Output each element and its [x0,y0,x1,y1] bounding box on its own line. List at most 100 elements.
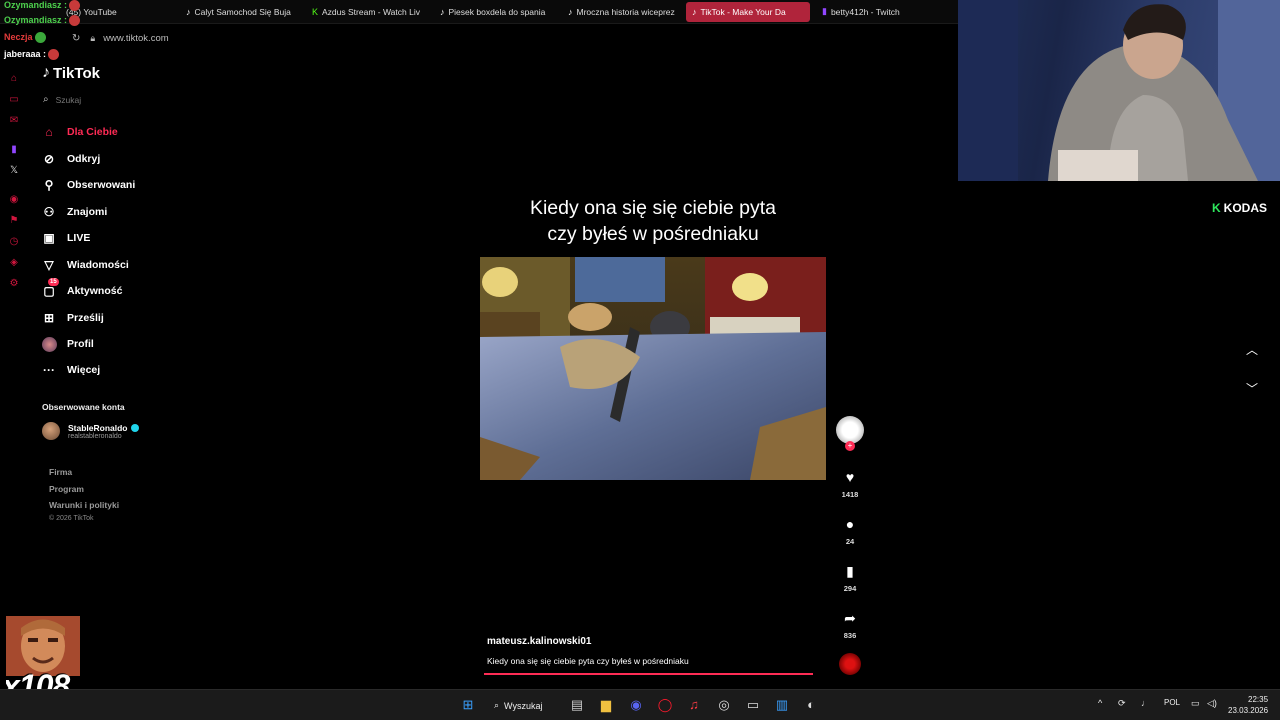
pin-icon[interactable]: ⚑ [7,214,21,228]
avatar [42,422,60,440]
like-count: 1418 [841,490,859,499]
footer-link-program[interactable]: Program [49,484,84,494]
nav-profil[interactable]: Profil [41,336,94,352]
nav-obserwowani[interactable]: ⚲ Obserwowani [41,177,136,193]
file-explorer-icon[interactable]: ▆ [598,697,614,713]
opera-icon[interactable]: ◯ [657,697,673,713]
microphone-icon[interactable]: ♩ [1141,698,1150,708]
activity-icon: ▢ 15 [43,278,59,298]
save-button[interactable]: ▮ 294 [834,562,866,593]
tab-label: Piesek boxdela do spania [448,6,546,17]
nav-przeslij[interactable]: ⊞ Prześlij [41,310,104,326]
comment-button[interactable]: ● 24 [834,515,866,546]
tab-piesek[interactable]: ♪ Piesek boxdela do spania [434,0,562,24]
creator-avatar[interactable] [836,416,864,444]
clock-icon[interactable]: ◷ [7,235,21,249]
account-name: StableRonaldo [68,423,139,433]
wallet-icon[interactable]: ▭ [7,93,21,107]
tab-calyt[interactable]: ♪ Calyt Samochod Się Buja [180,0,306,24]
video-actions: + ♥ 1418 ● 24 ▮ 294 ➦ 836 [834,416,866,678]
tiktok-logo[interactable]: ♪ TikTok [42,64,100,82]
language-indicator[interactable]: POL [1164,698,1180,707]
taskbar-clock[interactable]: 22:35 23.03.2026 [1228,694,1268,716]
chrome-icon[interactable]: ◎ [716,697,732,713]
comment-count: 24 [845,537,855,546]
footer-link-terms[interactable]: Warunki i polityki [49,500,119,510]
discord-icon[interactable]: ◉ [628,697,644,713]
music-disc-icon[interactable] [839,653,861,675]
clock-time: 22:35 [1248,695,1269,704]
stream-chat-overlay: Ozymandiasz : Ozymandiasz : Neczja jaber… [0,0,100,62]
windows-taskbar: ⊞ ⌕ Wyszukaj ▤ ▆ ◉ ◯ ♫ ◎ ▭ ▥ ◐ ^ ⟳ ♩ POL … [0,689,1280,720]
following-icon: ⚲ [44,178,54,192]
messages-icon: ▽ [44,258,54,272]
chat-line: Neczja [4,32,46,44]
settings-icon[interactable]: ⚙ [7,277,21,291]
terminal-icon[interactable]: ▭ [745,697,761,713]
tray-chevron-up-icon[interactable]: ^ [1098,698,1102,708]
nav-wiadomosci[interactable]: ▽ Wiadomości [41,257,128,273]
cube-icon[interactable]: ◈ [7,256,21,270]
twitch-icon[interactable]: ▮ [7,143,21,157]
tab-twitch[interactable]: ▮ betty412h - Twitch [816,0,938,24]
next-video-chevron-down-icon[interactable]: ﹀ [1246,380,1258,397]
share-button[interactable]: ➦ 836 [834,609,866,640]
tab-tiktok[interactable]: ♪ TikTok - Make Your Da [686,1,810,22]
x-icon[interactable]: 𝕏 [7,164,21,178]
save-count: 294 [843,584,857,593]
comment-icon: ● [845,516,855,532]
taskbar-search[interactable]: ⌕ Wyszukaj [494,697,542,714]
nav-label: Znajomi [67,206,108,218]
tiktok-icon: ♪ [568,6,573,17]
tiktok-icon: ♪ [186,6,191,17]
address-bar: ↻ 🔒︎ www.tiktok.com [0,24,958,52]
nav-label: Aktywność [67,285,123,297]
nav-label: Prześlij [67,312,104,324]
volume-icon[interactable]: ◁) [1207,698,1217,709]
monitor-icon[interactable]: ▭ [1191,698,1200,709]
app-icon[interactable]: ◐ [803,697,819,713]
network-tray-icon[interactable]: ⟳ [1118,698,1126,709]
search-icon: ⌕ [494,700,500,710]
url-text[interactable]: www.tiktok.com [103,33,168,44]
chat-user: Neczja [4,32,33,42]
previous-video-chevron-up-icon[interactable]: ︿ [1246,341,1258,358]
follow-plus-icon[interactable]: + [845,441,855,451]
upload-icon: ⊞ [43,311,55,325]
notification-badge: 15 [48,278,59,286]
mail-icon[interactable]: ✉ [7,114,21,128]
chat-user: Ozymandiasz : [4,15,68,25]
nav-znajomi[interactable]: ⚇ Znajomi [41,204,108,220]
nav-dla-ciebie[interactable]: ⌂ Dla Ciebie [41,124,117,140]
followed-account[interactable]: StableRonaldo realstableronaldo [42,422,139,440]
emote-icon [69,15,81,27]
tiktok-icon: ♪ [42,64,50,81]
nav-wiecej[interactable]: ··· Więcej [41,362,100,378]
like-button[interactable]: ♥ 1418 [834,468,866,499]
verified-icon [130,424,139,433]
task-view-icon[interactable]: ▤ [569,697,585,713]
start-windows-icon[interactable]: ⊞ [460,697,476,713]
tab-azdus[interactable]: K Azdus Stream - Watch Liv [306,0,434,24]
nav-odkryj[interactable]: ⊘ Odkryj [41,151,100,167]
emote-icon [34,32,46,44]
chat-user: Ozymandiasz : [4,0,68,10]
player-icon[interactable]: ◉ [7,193,21,207]
tab-label: betty412h - Twitch [830,6,900,17]
chat-line: jaberaaa : [4,49,60,61]
tab-mroczna[interactable]: ♪ Mroczna historia wiceprez [562,0,686,24]
video-progress-bar[interactable] [484,673,813,675]
search-icon: ⌕ [43,94,49,105]
nav-label: Więcej [67,364,101,376]
video-player[interactable] [480,257,826,480]
nav-label: LIVE [67,232,91,244]
video-author[interactable]: mateusz.kalinowski01 [487,636,592,647]
search-field[interactable]: ⌕ Szukaj [43,94,81,105]
music-icon[interactable]: ♫ [686,697,702,713]
bag-icon[interactable]: ⌂ [7,72,21,86]
nav-aktywnosc[interactable]: ▢ 15 Aktywność [41,278,123,299]
notepad-icon[interactable]: ▥ [774,697,790,713]
nav-live[interactable]: ▣ LIVE [41,230,90,246]
footer-link-firma[interactable]: Firma [49,467,72,477]
logo-text: TikTok [53,64,100,82]
